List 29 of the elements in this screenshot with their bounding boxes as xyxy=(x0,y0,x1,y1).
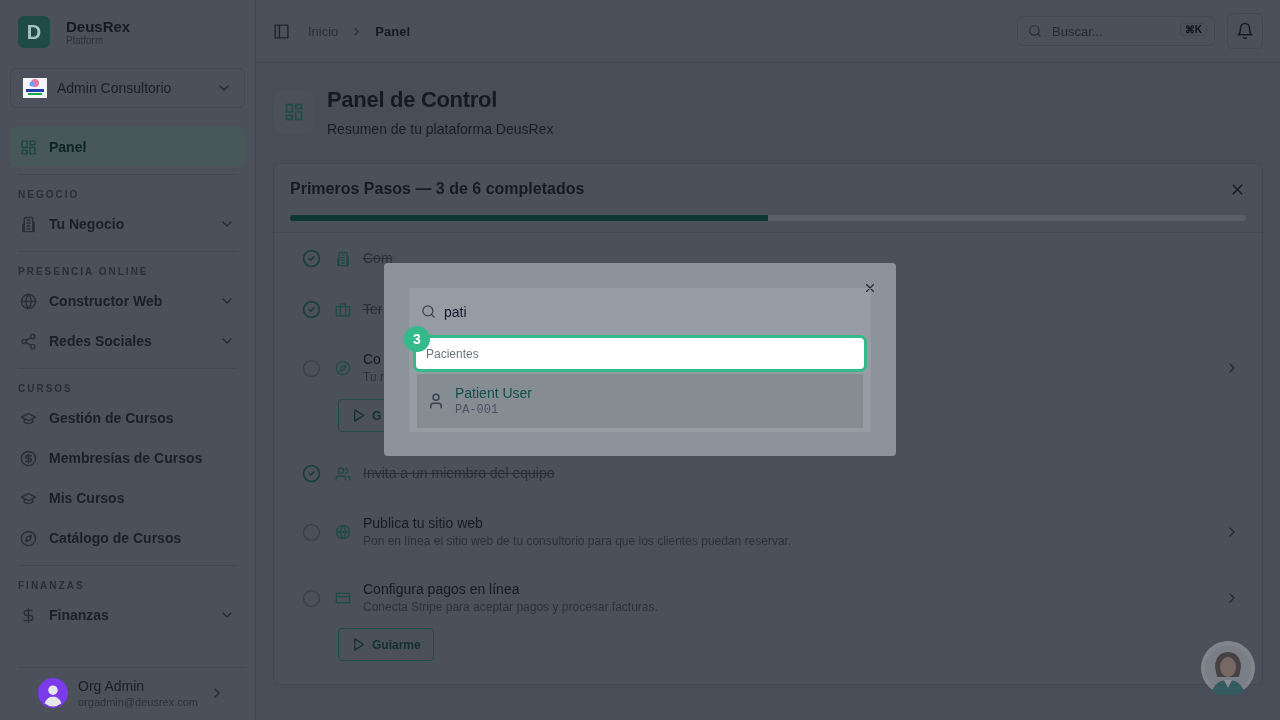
globe-icon xyxy=(20,292,37,310)
avatar-icon xyxy=(38,678,68,708)
assistant-avatar[interactable] xyxy=(1201,641,1255,695)
brand-logo: D xyxy=(18,16,50,48)
compass-icon xyxy=(335,360,351,376)
globe-icon xyxy=(335,524,351,540)
search-result[interactable]: Patient User PA-001 xyxy=(417,374,863,428)
building-icon xyxy=(20,215,37,233)
share-icon xyxy=(20,332,37,350)
credit-card-icon xyxy=(335,590,351,606)
dashboard-icon xyxy=(273,91,315,133)
dashboard-icon xyxy=(20,138,37,156)
search-icon xyxy=(1028,24,1042,38)
users-icon xyxy=(335,465,351,482)
play-icon xyxy=(351,637,366,652)
play-icon xyxy=(351,408,366,423)
compass-icon xyxy=(20,529,37,547)
close-icon[interactable] xyxy=(863,281,877,295)
notifications-button[interactable] xyxy=(1227,13,1263,49)
briefcase-icon xyxy=(335,301,351,318)
dollar-coin-icon xyxy=(20,449,37,467)
nav-item[interactable]: Panel xyxy=(10,127,245,167)
search-icon xyxy=(421,304,436,319)
building-icon xyxy=(335,250,351,267)
user-icon xyxy=(427,392,445,410)
sidebar-toggle-icon[interactable] xyxy=(273,22,290,40)
shortcut-hint: ⌘K xyxy=(1179,23,1207,36)
guide-button[interactable]: Guiarme xyxy=(338,628,434,661)
bell-icon xyxy=(1236,22,1254,40)
